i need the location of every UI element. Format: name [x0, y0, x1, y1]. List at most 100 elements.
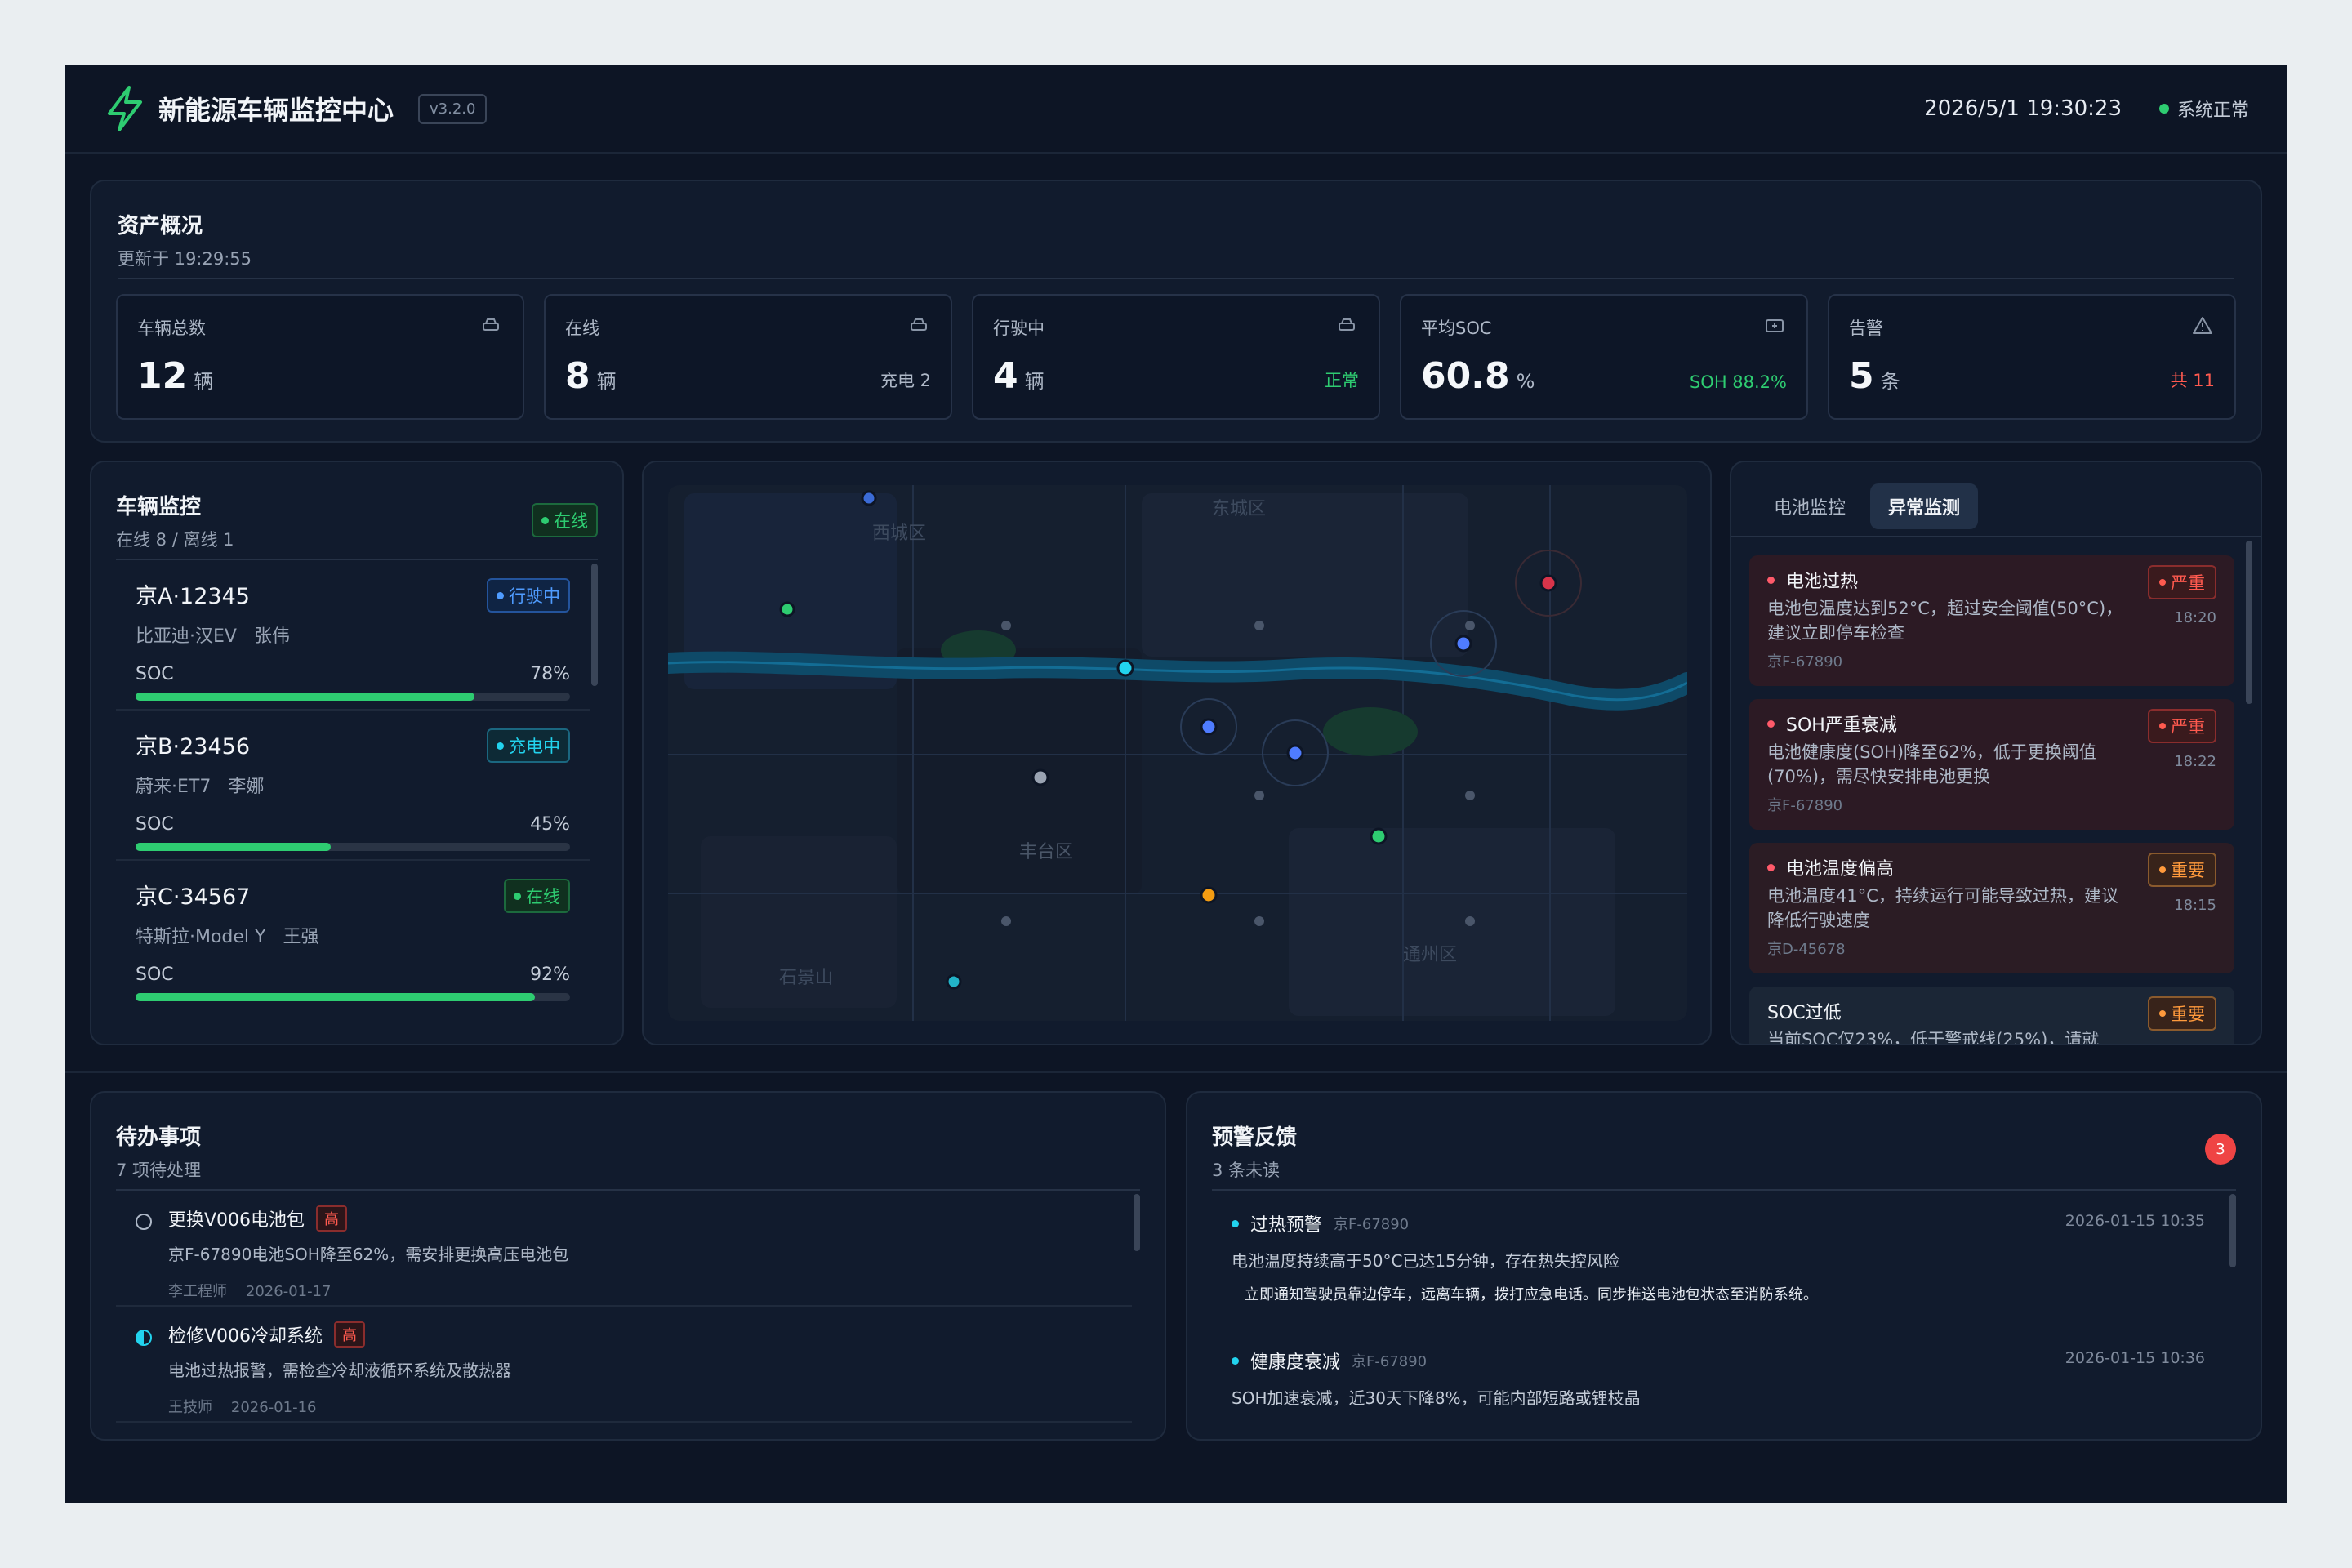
vehicle-model: 蔚来·ET7 李娜	[136, 777, 265, 797]
map-panel: 西城区 东城区 丰台区 通州区 石景山	[642, 461, 1712, 1045]
stat-extra: 充电 2	[880, 371, 931, 390]
app-title: 新能源车辆监控中心	[158, 95, 394, 126]
feedback-action: 立即通知驾驶员靠边停车，远离车辆，拨打应急电话。同步推送电池包状态至消防系统。	[1245, 1286, 1818, 1303]
warning-icon	[2193, 317, 2212, 334]
district-label: 东城区	[1212, 499, 1266, 519]
app-window: 新能源车辆监控中心 v3.2.0 2026/5/1 19:30:23 系统正常 …	[65, 65, 2287, 1503]
stat-card-online[interactable]: 在线 8辆 充电 2	[544, 294, 952, 420]
alert-desc: 电池温度41°C，持续运行可能导致过热，建议降低行驶速度	[1767, 886, 2118, 930]
vehicle-model: 特斯拉·Model Y 王强	[136, 927, 319, 947]
stat-card-avg-soc[interactable]: 平均SOC 60.8% SOH 88.2%	[1400, 294, 1808, 420]
feedback-item[interactable]: 过热预警 京F-67890 2026-01-15 10:35 电池温度持续高于50…	[1212, 1191, 2228, 1328]
alert-desc: 电池健康度(SOH)降至62%，低于更换阈值(70%)，需尽快安排电池更换	[1767, 742, 2096, 786]
stat-value: 5	[1849, 355, 1874, 397]
todo-list-scrollbar[interactable]	[1134, 1194, 1140, 1251]
car-icon	[1339, 318, 1355, 331]
alert-plate: 京F-67890	[1767, 653, 1843, 670]
feedback-list[interactable]: 过热预警 京F-67890 2026-01-15 10:35 电池温度持续高于50…	[1212, 1191, 2228, 1428]
tab-battery-monitor[interactable]: 电池监控	[1756, 483, 1864, 529]
todo-item-title: 更换V006电池包	[168, 1210, 305, 1231]
stat-label: 告警	[1849, 318, 1883, 338]
stat-extra: SOH 88.2%	[1689, 372, 1787, 392]
unread-count-badge: 3	[2205, 1134, 2236, 1165]
alert-title: 电池过热	[1786, 572, 1859, 592]
stat-value: 8	[565, 355, 590, 397]
feedback-dot-icon	[1232, 1356, 1239, 1365]
priority-badge: 高	[316, 1205, 348, 1232]
vehicle-item[interactable]: 京A·12345 比亚迪·汉EV 张伟 行驶中 SOC 78%	[116, 560, 590, 710]
feedback-dot-icon	[1232, 1219, 1239, 1227]
todo-item[interactable]: 更换V006电池包高 京F-67890电池SOH降至62%，需安排更换高压电池包…	[116, 1191, 1132, 1307]
vehicle-item[interactable]: 京C·34567 特斯拉·Model Y 王强 在线 SOC 92%	[116, 861, 590, 1008]
feedback-item-title: 过热预警	[1250, 1215, 1323, 1236]
alert-list-scrollbar[interactable]	[2246, 541, 2252, 704]
feedback-desc: SOH加速衰减，近30天下降8%，可能内部短路或锂枝晶	[1232, 1388, 1641, 1408]
stat-card-driving[interactable]: 行驶中 4辆 正常	[972, 294, 1380, 420]
todo-item-title: 检修V006冷却系统	[168, 1326, 323, 1347]
feedback-item-title: 健康度衰减	[1250, 1352, 1341, 1373]
header: 新能源车辆监控中心 v3.2.0 2026/5/1 19:30:23 系统正常	[65, 65, 2287, 154]
stat-unit: 辆	[1024, 370, 1045, 393]
vehicle-list[interactable]: 京A·12345 比亚迪·汉EV 张伟 行驶中 SOC 78% 京B·23456 …	[116, 560, 590, 1008]
stat-card-alerts[interactable]: 告警 5条 共 11	[1828, 294, 2236, 420]
stat-value: 4	[993, 355, 1018, 397]
alert-item[interactable]: 电池过热 电池包温度达到52°C，超过安全阈值(50°C)，建议立即停车检查 京…	[1749, 555, 2234, 686]
stat-extra: 正常	[1325, 371, 1359, 390]
alert-desc: 电池包温度达到52°C，超过安全阈值(50°C)，建议立即停车检查	[1767, 599, 2123, 643]
vehicle-item[interactable]: 京B·23456 蔚来·ET7 李娜 充电中 SOC 45%	[116, 710, 590, 861]
soc-label: SOC	[136, 664, 174, 684]
alert-time: 18:15	[2174, 897, 2216, 914]
stat-label: 平均SOC	[1421, 318, 1492, 338]
feedback-plate: 京F-67890	[1334, 1216, 1410, 1233]
feedback-plate: 京F-67890	[1352, 1353, 1428, 1370]
alert-title: 电池温度偏高	[1786, 859, 1895, 880]
todo-meta: 王技师 2026-01-16	[168, 1399, 317, 1416]
todo-title: 待办事项	[116, 1125, 202, 1150]
online-status-badge: 在线	[532, 503, 598, 537]
tab-anomaly-detection[interactable]: 异常监测	[1870, 483, 1979, 529]
alert-dot-icon	[1767, 863, 1775, 871]
stat-label: 车辆总数	[137, 318, 206, 338]
severity-badge: 重要	[2148, 853, 2216, 887]
system-status: 系统正常	[2158, 96, 2249, 122]
stat-unit: %	[1516, 370, 1535, 393]
todo-checkbox[interactable]	[136, 1214, 152, 1230]
soc-bar	[136, 843, 570, 851]
todo-meta: 李工程师 2026-01-17	[168, 1283, 332, 1300]
vehicle-list-scrollbar[interactable]	[591, 564, 598, 686]
soc-label: SOC	[136, 814, 174, 835]
soc-label: SOC	[136, 964, 174, 985]
battery-icon	[1766, 319, 1784, 332]
stat-unit: 条	[1880, 370, 1900, 393]
district-label: 通州区	[1403, 945, 1457, 965]
todo-desc: 京F-67890电池SOH降至62%，需安排更换高压电池包	[168, 1245, 569, 1264]
vehicle-map[interactable]: 西城区 东城区 丰台区 通州区 石景山	[668, 485, 1687, 1021]
stat-unit: 辆	[194, 370, 214, 393]
vehicle-monitor-panel: 车辆监控 在线 8 / 离线 1 在线 京A·12345 比亚迪·汉EV 张伟 …	[90, 461, 624, 1045]
alert-desc: 当前SOC仅23%，低于警戒线(25%)，请就	[1767, 1030, 2100, 1044]
severity-badge: 严重	[2148, 565, 2216, 599]
stat-unit: 辆	[596, 370, 617, 393]
feedback-list-scrollbar[interactable]	[2230, 1194, 2236, 1267]
stat-card-total[interactable]: 车辆总数 12 辆	[116, 294, 524, 420]
district-label: 石景山	[779, 968, 833, 988]
soc-value: 92%	[530, 964, 570, 985]
stat-label: 在线	[565, 318, 599, 338]
feedback-title: 预警反馈	[1212, 1125, 1298, 1150]
feedback-item[interactable]: 健康度衰减 京F-67890 2026-01-15 10:36 SOH加速衰减，近…	[1212, 1328, 2228, 1409]
soc-bar	[136, 993, 570, 1001]
todo-panel: 待办事项 7 项待处理 更换V006电池包高 京F-67890电池SOH降至62…	[90, 1091, 1166, 1441]
alert-item[interactable]: SOH严重衰减 电池健康度(SOH)降至62%，低于更换阈值(70%)，需尽快安…	[1749, 699, 2234, 830]
alert-item[interactable]: SOC过低 当前SOC仅23%，低于警戒线(25%)，请就 重要	[1749, 987, 2234, 1044]
alert-dot-icon	[1767, 719, 1775, 728]
vehicle-monitor-subtitle: 在线 8 / 离线 1	[116, 530, 234, 550]
todo-checkbox[interactable]	[136, 1330, 152, 1346]
stat-label: 行驶中	[993, 318, 1045, 338]
alert-item[interactable]: 电池温度偏高 电池温度41°C，持续运行可能导致过热，建议降低行驶速度 京D-4…	[1749, 843, 2234, 973]
alert-time: 18:20	[2174, 609, 2216, 626]
alert-title: SOC过低	[1767, 1003, 1842, 1023]
alert-list[interactable]: 电池过热 电池包温度达到52°C，超过安全阈值(50°C)，建议立即停车检查 京…	[1749, 555, 2234, 1044]
todo-item[interactable]: 检修V006冷却系统高 电池过热报警，需检查冷却液循环系统及散热器 王技师 20…	[116, 1307, 1132, 1423]
current-datetime: 2026/5/1 19:30:23	[1924, 96, 2122, 121]
todo-list[interactable]: 更换V006电池包高 京F-67890电池SOH降至62%，需安排更换高压电池包…	[116, 1191, 1132, 1428]
